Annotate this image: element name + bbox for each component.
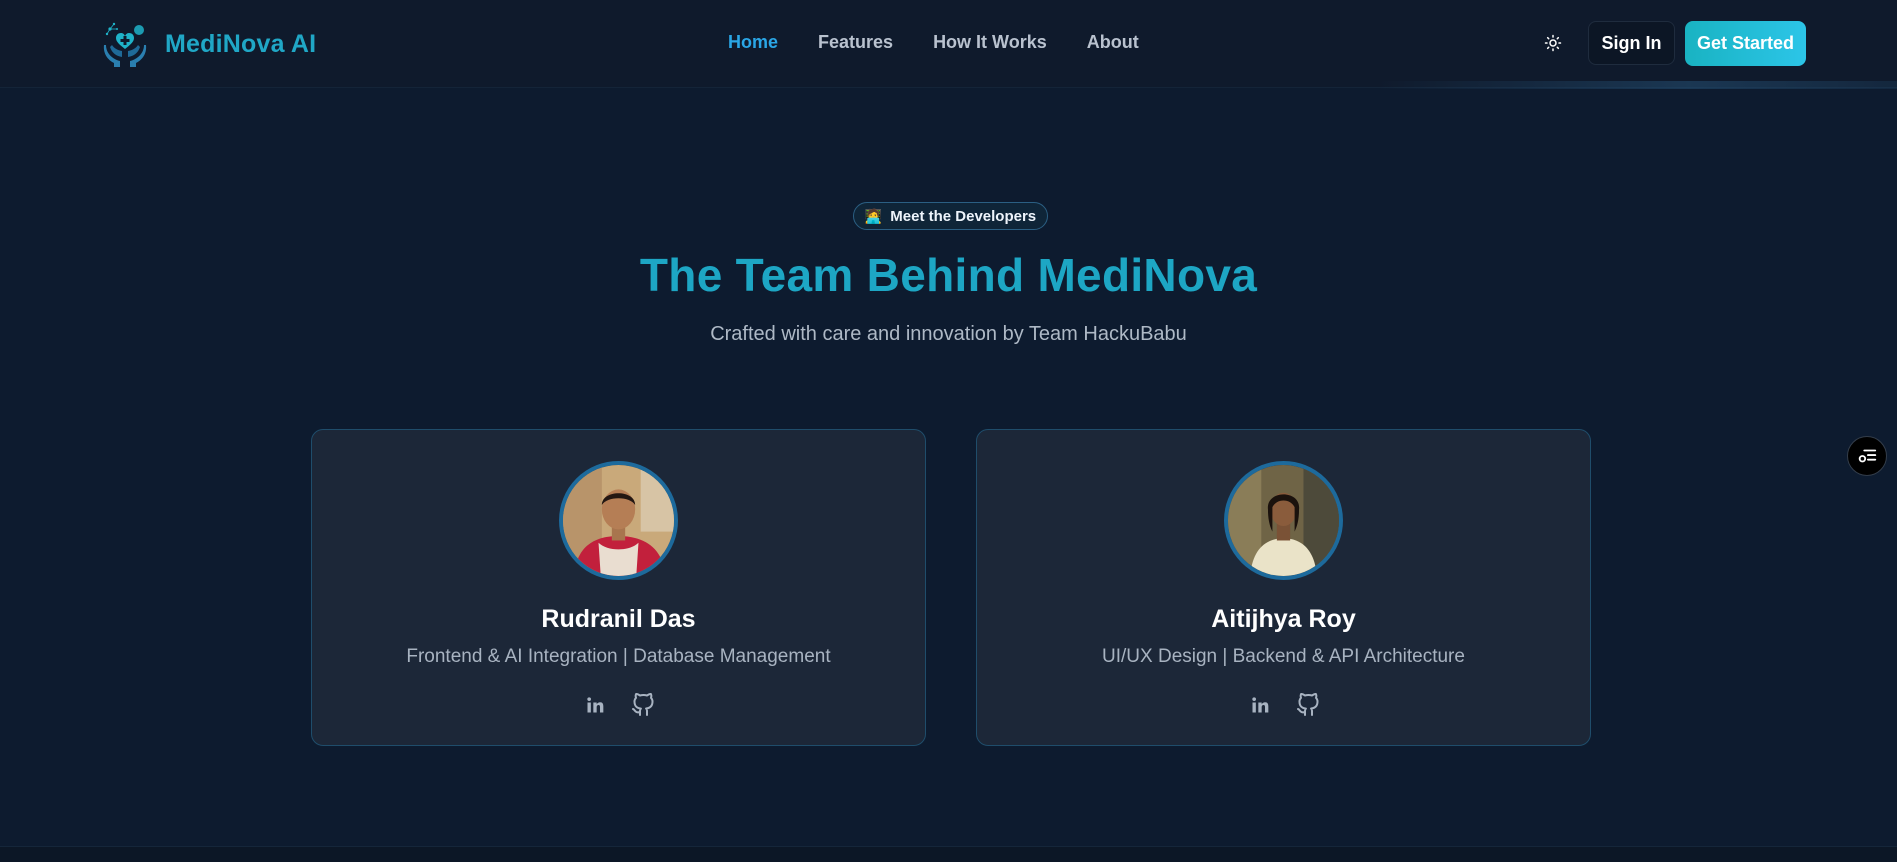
main-nav: Home Features How It Works About <box>728 32 1179 53</box>
member-name: Rudranil Das <box>541 605 696 633</box>
member-role: Frontend & AI Integration | Database Man… <box>406 646 831 667</box>
navbar: MediNova AI Home Features How It Works A… <box>0 0 1897 89</box>
avatar <box>559 461 678 580</box>
github-icon <box>631 693 653 716</box>
floating-settings-button[interactable] <box>1847 436 1887 476</box>
sign-in-button[interactable]: Sign In <box>1588 21 1675 65</box>
nav-link-home[interactable]: Home <box>728 32 778 53</box>
team-card-aitijhya: Aitijhya Roy UI/UX Design | Backend & AP… <box>976 429 1591 746</box>
footer-edge <box>0 846 1897 862</box>
team-card-rudranil: Rudranil Das Frontend & AI Integration |… <box>311 429 926 746</box>
meet-developers-badge: 🧑‍💻 Meet the Developers <box>853 202 1048 230</box>
avatar <box>1224 461 1343 580</box>
badge-label: Meet the Developers <box>890 207 1037 225</box>
nav-link-features[interactable]: Features <box>818 32 893 53</box>
section-title: The Team Behind MediNova <box>639 249 1258 301</box>
navbar-glow <box>1377 81 1897 89</box>
linkedin-icon <box>1251 697 1268 713</box>
brand-logo-link[interactable]: MediNova AI <box>100 19 316 69</box>
brand-name: MediNova AI <box>165 29 317 58</box>
get-started-button[interactable]: Get Started <box>1685 21 1806 66</box>
nav-link-about[interactable]: About <box>1087 32 1139 53</box>
nav-link-how-it-works[interactable]: How It Works <box>933 32 1047 53</box>
linkedin-link[interactable] <box>582 692 608 718</box>
developer-emoji-icon: 🧑‍💻 <box>864 208 883 224</box>
github-link[interactable] <box>1295 692 1321 718</box>
social-links <box>312 692 925 718</box>
theme-toggle-button[interactable] <box>1540 30 1566 56</box>
linkedin-icon <box>586 697 603 713</box>
hands-heart-logo-icon <box>103 22 147 67</box>
sun-icon <box>1544 34 1562 52</box>
member-role: UI/UX Design | Backend & API Architectur… <box>1102 646 1465 667</box>
linkedin-link[interactable] <box>1247 692 1273 718</box>
github-link[interactable] <box>630 692 656 718</box>
settings-list-icon <box>1858 449 1877 463</box>
member-name: Aitijhya Roy <box>1211 605 1356 633</box>
developer-photo <box>1228 465 1339 576</box>
developer-photo <box>563 465 674 576</box>
social-links <box>977 692 1590 718</box>
section-subtitle: Crafted with care and innovation by Team… <box>710 323 1187 345</box>
github-icon <box>1296 693 1318 716</box>
